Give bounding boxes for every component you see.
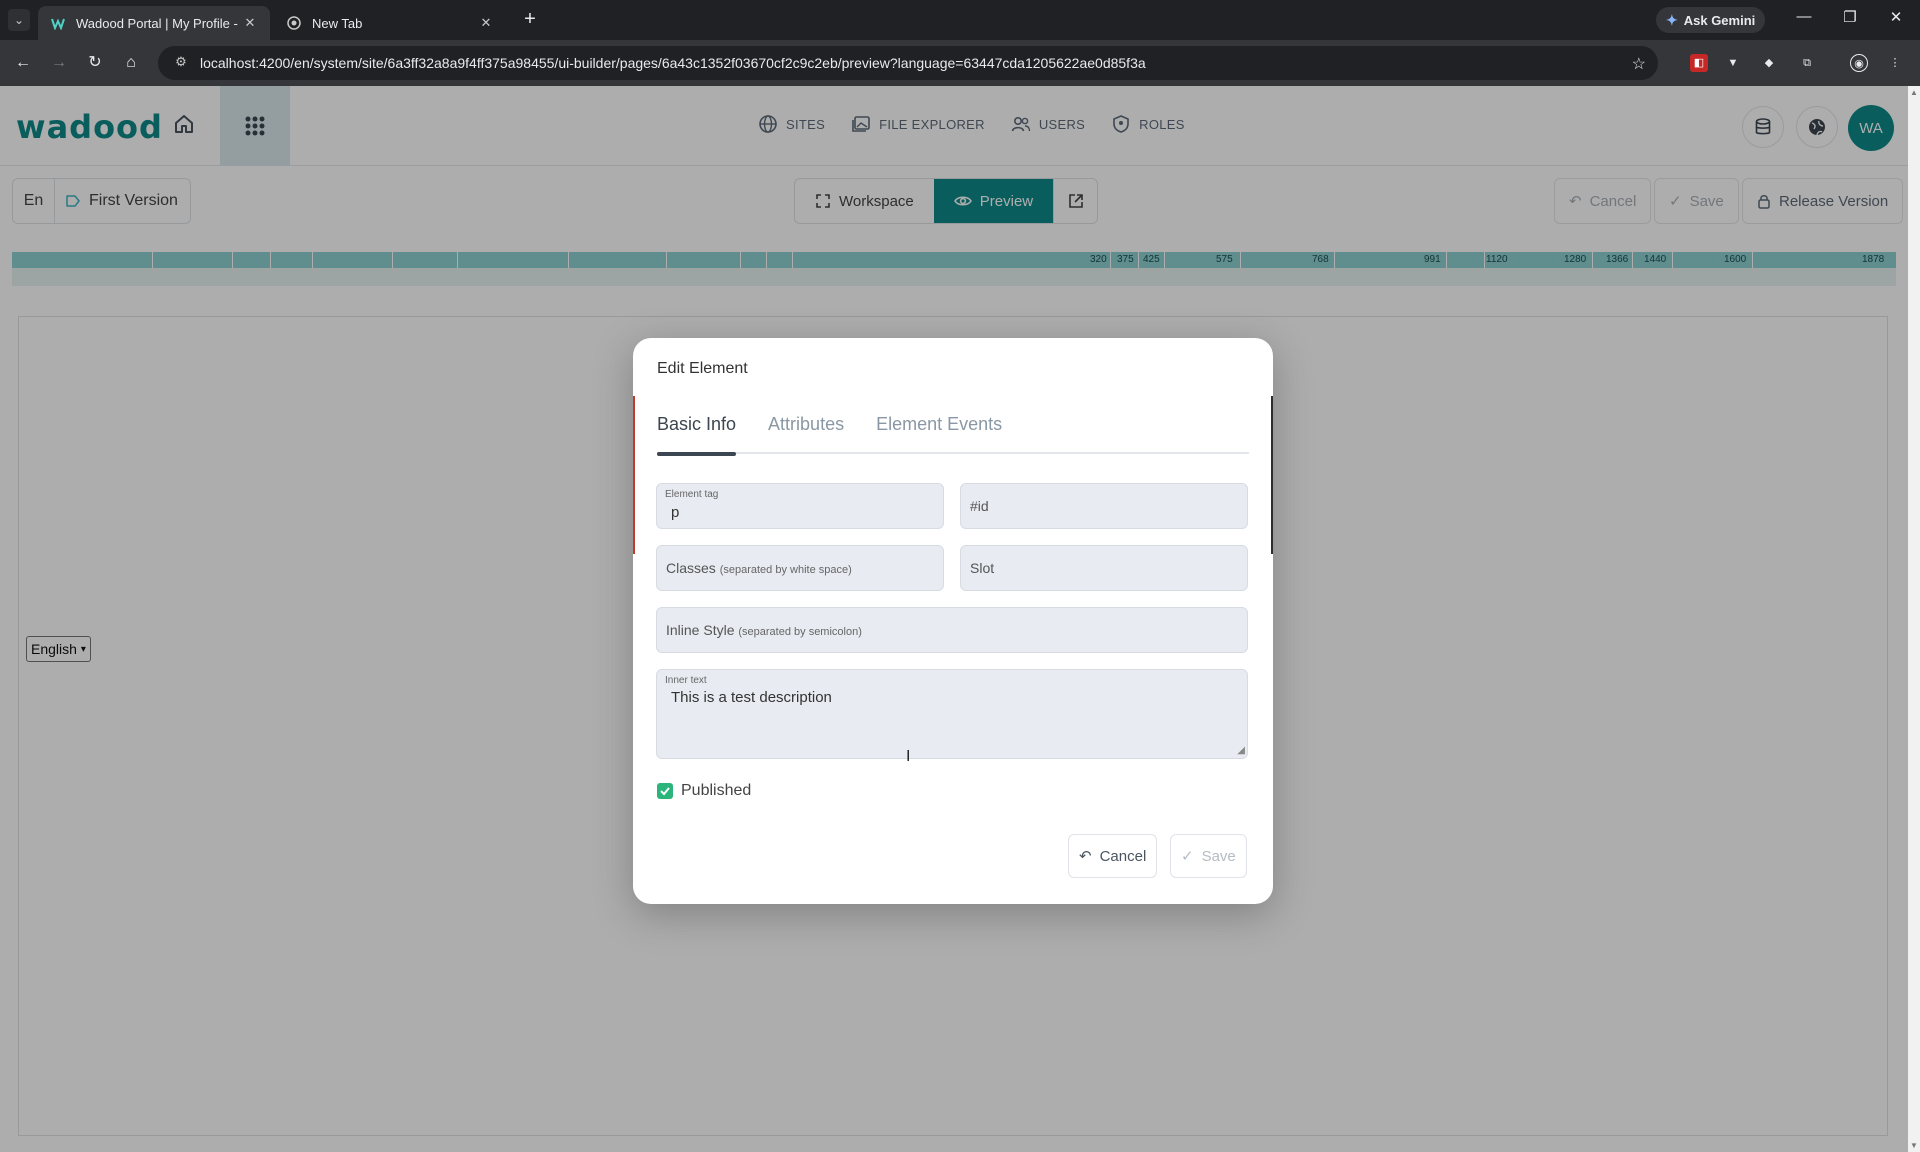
element-tag-value: p [671,504,680,521]
bookmark-star-icon[interactable]: ☆ [1632,54,1646,74]
menu-kebab-icon[interactable]: ⋮ [1886,54,1904,72]
published-checkbox[interactable]: Published [657,782,751,800]
close-window-icon[interactable]: ✕ [1886,8,1906,26]
classes-placeholder: Classes (separated by white space) [666,560,852,576]
ask-gemini-button[interactable]: ✦ Ask Gemini [1656,7,1766,33]
vuejs-devtools-icon[interactable]: ▼ [1724,54,1742,72]
check-icon: ✓ [1181,848,1194,865]
sparkle-icon: ✦ [1666,11,1678,28]
inline-style-hint: (separated by semicolon) [738,626,862,638]
minimize-icon[interactable]: — [1794,8,1814,25]
app-root: wadood SITES FILE EXPLORER USERS ROLES W… [0,86,1908,1152]
dialog-save-button[interactable]: ✓ Save [1170,834,1247,878]
site-info-icon[interactable]: ⚙ [172,54,190,72]
dialog-title: Edit Element [657,360,748,377]
new-tab-button[interactable]: + [518,8,542,31]
ask-gemini-label: Ask Gemini [1683,12,1756,28]
url-text: localhost:4200/en/system/site/6a3ff32a8a… [200,55,1146,71]
inner-text-field[interactable]: Inner text This is a test description ◢ [656,669,1248,759]
extension-icon[interactable]: ◆ [1760,54,1778,72]
classes-field[interactable]: Classes (separated by white space) [656,545,944,591]
chrome-icon [286,15,302,31]
close-tab-icon[interactable]: ✕ [242,15,258,31]
published-label: Published [681,782,752,799]
slot-field[interactable]: Slot [960,545,1248,591]
dialog-save-label: Save [1201,847,1236,865]
resize-handle-icon[interactable]: ◢ [1237,745,1245,756]
dialog-cancel-label: Cancel [1099,847,1147,865]
page-scrollbar[interactable]: ▲ ▼ [1908,86,1920,1152]
back-icon[interactable]: ← [12,52,34,74]
tab-search-button[interactable]: ⌄ [8,9,30,31]
browser-toolbar: ← → ↻ ⌂ ⚙ localhost:4200/en/system/site/… [0,40,1920,86]
scroll-down-icon[interactable]: ▼ [1910,1141,1918,1150]
extension-icon[interactable]: ◧ [1690,54,1708,72]
dialog-edge-accent [633,396,635,554]
tab-attributes[interactable]: Attributes [768,414,844,454]
element-tag-field[interactable]: Element tag p [656,483,944,529]
classes-placeholder-text: Classes [666,560,716,576]
inline-style-placeholder: Inline Style (separated by semicolon) [666,622,862,638]
home-icon[interactable]: ⌂ [120,52,142,74]
restore-icon[interactable]: ❐ [1840,8,1860,26]
inner-text-value: This is a test description [671,689,832,706]
classes-hint: (separated by white space) [719,564,852,576]
slot-placeholder: Slot [970,560,995,576]
id-field[interactable]: #id [960,483,1248,529]
address-bar[interactable]: ⚙ localhost:4200/en/system/site/6a3ff32a… [158,46,1658,80]
dialog-tabs: Basic Info Attributes Element Events [657,414,1249,456]
profile-icon[interactable]: ◉ [1850,54,1868,72]
inner-text-label: Inner text [665,675,707,686]
edit-element-dialog: Edit Element Basic Info Attributes Eleme… [633,338,1273,904]
puzzle-icon[interactable]: ⧉ [1798,54,1816,72]
tab-title: Wadood Portal | My Profile - U [76,15,242,31]
checkbox-checked-icon [657,783,673,799]
inline-style-placeholder-text: Inline Style [666,622,735,638]
element-tag-label: Element tag [665,489,719,500]
tab-basic-info[interactable]: Basic Info [657,414,737,456]
scroll-up-icon[interactable]: ▲ [1910,88,1918,97]
browser-tab-active[interactable]: Wadood Portal | My Profile - U ✕ [38,6,270,40]
forward-icon[interactable]: → [48,52,70,74]
wadood-favicon-icon [50,15,66,31]
close-tab-icon[interactable]: ✕ [478,15,494,31]
dialog-cancel-button[interactable]: ↶ Cancel [1068,834,1158,878]
reload-icon[interactable]: ↻ [84,52,106,74]
tab-title: New Tab [312,15,363,31]
id-placeholder: #id [970,498,989,514]
browser-tab-new[interactable]: New Tab ✕ [274,6,506,40]
inline-style-field[interactable]: Inline Style (separated by semicolon) [656,607,1248,653]
undo-icon: ↶ [1079,848,1092,865]
tab-element-events[interactable]: Element Events [876,414,1002,454]
dialog-edge-accent [1271,396,1273,554]
browser-tabbar: ⌄ Wadood Portal | My Profile - U ✕ New T… [0,0,1920,40]
text-cursor-icon: I [906,748,911,765]
